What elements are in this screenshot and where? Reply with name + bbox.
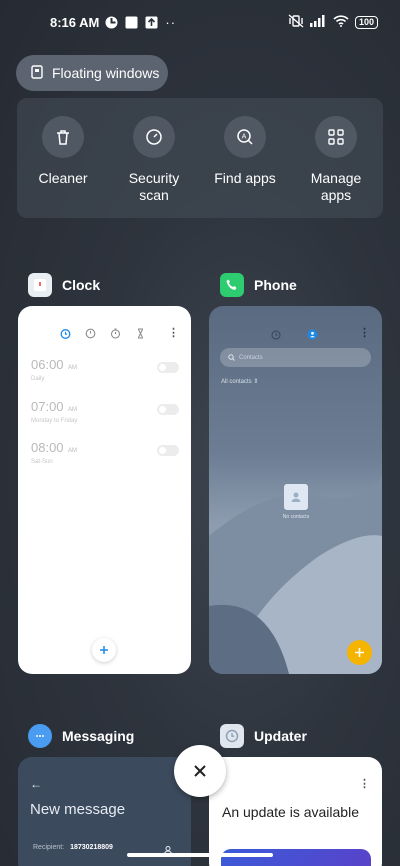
clock-app-name: Clock — [62, 277, 101, 293]
empty-contacts: No contacts — [271, 484, 321, 520]
update-banner-image — [221, 849, 371, 866]
clock-more-icon[interactable]: ⋮ — [168, 326, 179, 339]
find-apps-button[interactable]: A Find apps — [200, 116, 290, 187]
security-scan-icon — [133, 116, 175, 158]
alarm-repeat: Monday to Friday — [31, 418, 78, 424]
more-notifications-icon: ·· — [165, 14, 177, 30]
phone-recent-card[interactable]: ⋮ Contacts All contacts ⇕ No contacts — [209, 306, 382, 674]
floating-windows-button[interactable]: Floating windows — [16, 55, 168, 91]
contacts-tab-icon[interactable] — [307, 327, 318, 345]
alarm-tab-icon[interactable] — [60, 326, 71, 344]
upload-icon — [145, 16, 158, 29]
updater-recent-card[interactable]: ⋮ An update is available — [209, 757, 382, 866]
notification-square-icon — [125, 16, 138, 29]
plus-icon — [355, 648, 364, 657]
alarm-toggle[interactable] — [157, 445, 179, 456]
quick-actions-panel: Cleaner Security scan A Find apps Manage… — [17, 98, 383, 218]
plus-icon — [100, 646, 108, 654]
home-indicator[interactable] — [127, 853, 273, 857]
recipient-value: 18730218809 — [70, 844, 113, 851]
signal-icon — [309, 14, 327, 30]
alarm-toggle[interactable] — [157, 404, 179, 415]
floating-window-icon — [30, 64, 44, 82]
messaging-app-header[interactable]: Messaging — [28, 724, 134, 748]
find-apps-label: Find apps — [214, 170, 276, 186]
alarm-repeat: Sat-Sun — [31, 459, 53, 465]
svg-text:A: A — [242, 134, 247, 141]
notification-app-icon — [105, 16, 118, 29]
cleaner-label: Cleaner — [38, 170, 88, 186]
back-arrow-icon[interactable]: ← — [30, 777, 42, 791]
alarm-time: 07:00 — [31, 399, 64, 414]
chevron-updown-icon: ⇕ — [253, 379, 259, 385]
alarm-toggle[interactable] — [157, 362, 179, 373]
updater-app-icon — [220, 724, 244, 748]
alarm-time: 08:00 — [31, 440, 64, 455]
updater-app-header[interactable]: Updater — [220, 724, 307, 748]
phone-app-name: Phone — [254, 277, 297, 293]
status-time: 8:16 AM — [50, 14, 100, 30]
messaging-app-name: Messaging — [62, 728, 135, 744]
status-bar: 8:16 AM ·· 100 — [0, 0, 400, 44]
clock-app-header[interactable]: Clock — [28, 273, 100, 297]
contacts-search-field[interactable]: Contacts — [220, 348, 371, 367]
phone-more-icon[interactable]: ⋮ — [359, 326, 370, 339]
contacts-search-placeholder: Contacts — [239, 354, 263, 361]
contacts-filter-dropdown[interactable]: All contacts ⇕ — [221, 378, 258, 385]
clock-recent-card[interactable]: ⋮ 06:00 AM Daily 07:00 AM Monday to Frid… — [18, 306, 191, 674]
stopwatch-tab-icon[interactable] — [110, 326, 121, 344]
recipient-row[interactable]: Recipient: 18730218809 — [33, 844, 113, 851]
empty-contacts-text: No contacts — [282, 514, 310, 520]
recents-tab-icon[interactable] — [271, 327, 281, 345]
search-icon — [228, 354, 235, 361]
security-scan-label: Security scan — [128, 170, 180, 203]
alarm-repeat: Daily — [31, 376, 45, 382]
alarm-ampm: AM — [68, 407, 77, 413]
messaging-recent-card[interactable]: ← New message Recipient: 18730218809 — [18, 757, 191, 866]
update-available-title: An update is available — [222, 804, 359, 820]
world-clock-tab-icon[interactable] — [85, 326, 96, 344]
phone-app-header[interactable]: Phone — [220, 273, 297, 297]
clock-app-icon — [28, 273, 52, 297]
grid-icon — [315, 116, 357, 158]
cleaner-button[interactable]: Cleaner — [18, 116, 108, 187]
battery-indicator: 100 — [354, 15, 378, 29]
contacts-filter-label: All contacts — [221, 379, 252, 385]
add-recipient-icon[interactable] — [163, 842, 173, 860]
add-contact-button[interactable] — [347, 640, 372, 665]
floating-windows-label: Floating windows — [52, 65, 160, 81]
alarm-time: 06:00 — [31, 357, 64, 372]
phone-tab-bar — [271, 327, 318, 345]
new-message-title: New message — [30, 801, 126, 818]
clear-all-button[interactable] — [174, 745, 226, 797]
manage-apps-label: Manage apps — [310, 170, 362, 203]
updater-more-icon[interactable]: ⋮ — [359, 777, 370, 790]
alarm-item[interactable]: 07:00 AM Monday to Friday — [31, 398, 77, 424]
wifi-icon — [333, 14, 349, 30]
alarm-item[interactable]: 08:00 AM Sat-Sun — [31, 439, 77, 465]
close-icon — [194, 765, 206, 777]
phone-app-icon — [220, 273, 244, 297]
security-scan-button[interactable]: Security scan — [109, 116, 199, 204]
alarm-item[interactable]: 06:00 AM Daily — [31, 356, 77, 382]
timer-tab-icon[interactable] — [135, 326, 146, 344]
recipient-label: Recipient: — [33, 844, 65, 851]
contact-card-icon — [284, 484, 308, 510]
find-apps-icon: A — [224, 116, 266, 158]
clock-tab-bar — [60, 326, 146, 344]
vibrate-off-icon — [288, 13, 304, 31]
manage-apps-button[interactable]: Manage apps — [291, 116, 381, 204]
messaging-app-icon — [28, 724, 52, 748]
trash-icon — [42, 116, 84, 158]
updater-app-name: Updater — [254, 728, 307, 744]
alarm-ampm: AM — [68, 448, 77, 454]
alarm-ampm: AM — [68, 365, 77, 371]
add-alarm-button[interactable] — [92, 638, 116, 662]
